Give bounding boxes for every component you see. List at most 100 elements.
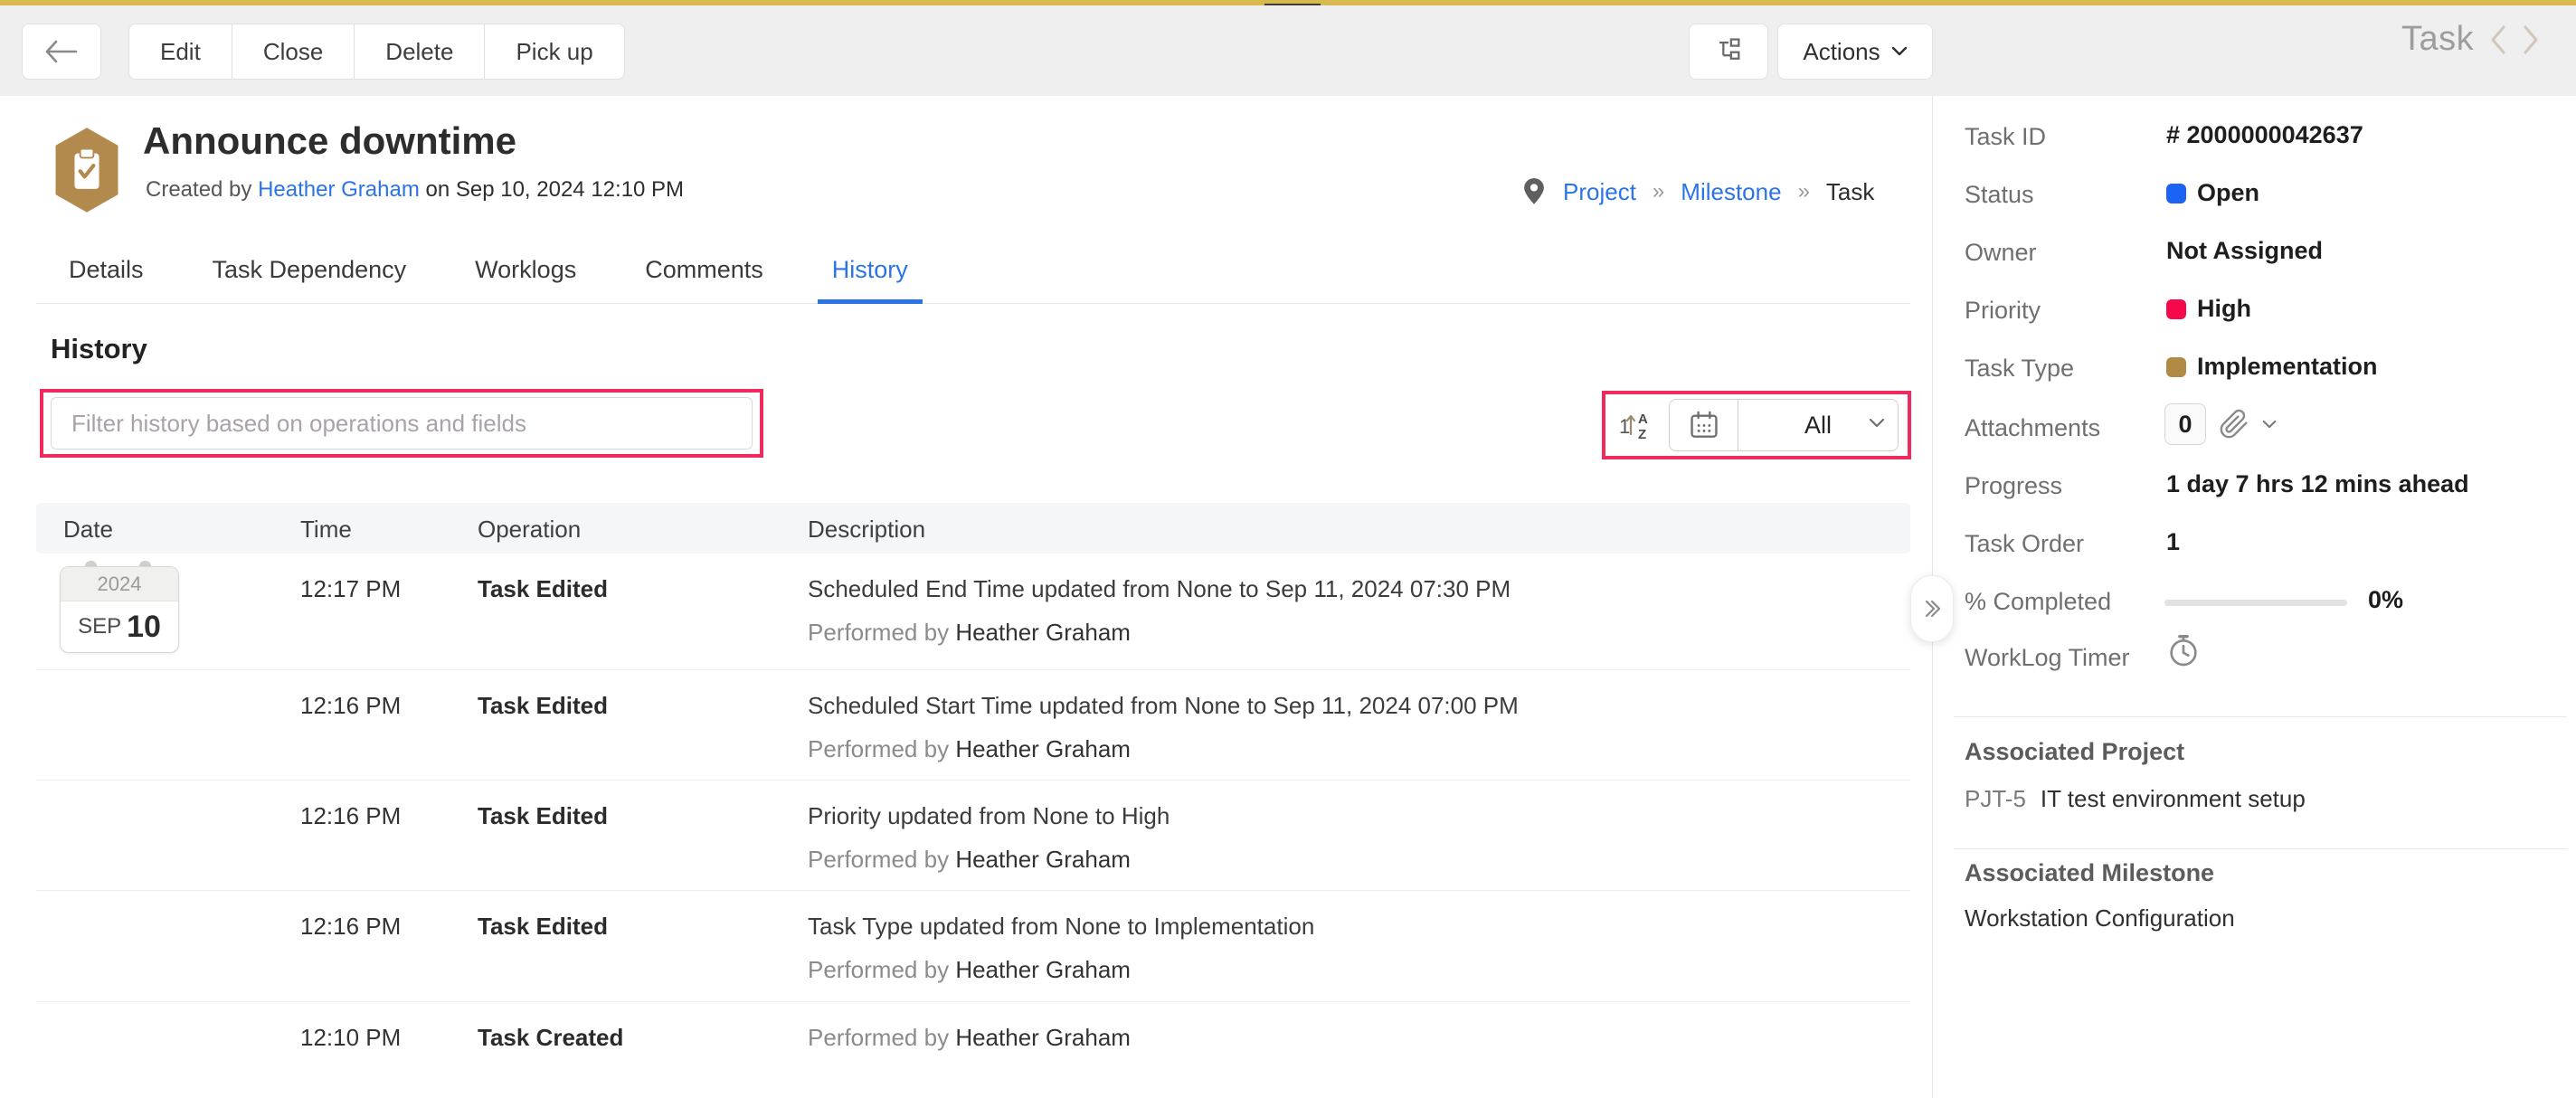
calendar-icon	[1687, 408, 1721, 442]
history-filter-input[interactable]	[51, 397, 753, 450]
field-label-task-id: Task ID	[1965, 123, 2046, 151]
field-label-progress: Progress	[1965, 472, 2062, 500]
row-time: 12:16 PM	[300, 913, 401, 941]
section-divider	[1954, 848, 2567, 849]
table-row: 12:10 PM Task Created Performed by Heath…	[36, 1002, 1910, 1098]
tab-comments[interactable]: Comments	[630, 237, 778, 303]
chevron-down-icon[interactable]	[2262, 420, 2277, 430]
attachments-count[interactable]: 0	[2164, 403, 2206, 445]
close-button[interactable]: Close	[232, 24, 355, 80]
table-row: 12:16 PM Task Edited Task Type updated f…	[36, 891, 1910, 1002]
operation-filter-dropdown[interactable]: All	[1738, 400, 1898, 450]
associated-milestone-heading: Associated Milestone	[1965, 859, 2214, 887]
back-button[interactable]	[22, 24, 101, 80]
row-time: 12:16 PM	[300, 692, 401, 720]
associated-project-value[interactable]: PJT-5IT test environment setup	[1965, 785, 2306, 813]
delete-button[interactable]: Delete	[354, 24, 485, 80]
date-badge-day: 10	[127, 610, 161, 645]
row-time: 12:16 PM	[300, 802, 401, 830]
hierarchy-icon	[1713, 36, 1744, 67]
row-operation: Task Edited	[478, 692, 608, 720]
tab-details[interactable]: Details	[54, 237, 158, 303]
associated-milestone-value[interactable]: Workstation Configuration	[1965, 904, 2235, 932]
row-operation: Task Edited	[478, 802, 608, 830]
double-chevron-right-icon	[1920, 597, 1944, 620]
field-label-worklog-timer: WorkLog Timer	[1965, 644, 2130, 672]
chevron-right-icon[interactable]	[2521, 24, 2541, 56]
section-divider	[1954, 716, 2567, 717]
panel-collapse-button[interactable]	[1910, 575, 1954, 642]
field-value-priority[interactable]: High	[2166, 295, 2251, 323]
sort-button[interactable]: 1 A Z	[1615, 403, 1656, 447]
created-prefix: Created by	[146, 177, 251, 202]
row-time: 12:10 PM	[300, 1024, 401, 1052]
field-label-priority: Priority	[1965, 297, 2041, 325]
row-performed-by: Performed by Heather Graham	[808, 735, 1131, 763]
created-suffix: on Sep 10, 2024 12:10 PM	[426, 177, 685, 202]
row-performed-by: Performed by Heather Graham	[808, 1024, 1131, 1052]
edit-button[interactable]: Edit	[128, 24, 232, 80]
date-badge-month: SEP	[78, 614, 121, 639]
field-value-task-id: # 2000000042637	[2166, 121, 2363, 149]
tab-bar: Details Task Dependency Worklogs Comment…	[36, 237, 1910, 304]
table-row: 12:16 PM Task Edited Priority updated fr…	[36, 781, 1910, 891]
page-title: Task	[2401, 20, 2474, 59]
column-header-time: Time	[300, 516, 352, 544]
chevron-left-icon[interactable]	[2488, 24, 2508, 56]
actions-button[interactable]: Actions	[1777, 24, 1933, 80]
field-value-owner[interactable]: Not Assigned	[2166, 237, 2323, 265]
paperclip-icon[interactable]	[2219, 409, 2249, 440]
field-value-task-order: 1	[2166, 528, 2180, 556]
task-action-buttons: Edit Close Delete Pick up	[128, 24, 625, 80]
svg-text:A: A	[1638, 412, 1648, 427]
svg-text:Z: Z	[1638, 427, 1646, 442]
breadcrumb-current: Task	[1826, 178, 1874, 206]
row-performed-by: Performed by Heather Graham	[808, 956, 1131, 984]
field-label-attachments: Attachments	[1965, 414, 2100, 442]
task-title: Announce downtime	[143, 119, 516, 163]
tab-task-dependency[interactable]: Task Dependency	[198, 237, 421, 303]
row-description: Scheduled Start Time updated from None t…	[808, 692, 1519, 720]
row-operation: Task Edited	[478, 913, 608, 941]
tab-history[interactable]: History	[818, 237, 923, 303]
date-group-badge: 2024 SEP 10	[60, 566, 179, 653]
task-type-hexagon-icon	[51, 127, 123, 213]
row-operation: Task Edited	[478, 575, 608, 603]
calendar-filter-button[interactable]	[1670, 400, 1738, 450]
toolbar: Edit Close Delete Pick up Actions Task	[0, 5, 2576, 96]
chevron-down-icon	[1891, 46, 1908, 57]
stopwatch-icon	[2165, 631, 2202, 671]
breadcrumb-project-link[interactable]: Project	[1563, 178, 1636, 206]
close-button-label: Close	[263, 38, 323, 66]
breadcrumb-milestone-link[interactable]: Milestone	[1681, 178, 1781, 206]
filter-highlight-box	[40, 389, 763, 458]
task-hierarchy-button[interactable]	[1689, 24, 1768, 80]
field-label-task-type: Task Type	[1965, 355, 2074, 383]
field-label-owner: Owner	[1965, 239, 2037, 267]
field-label-task-order: Task Order	[1965, 530, 2084, 558]
operation-filter-value: All	[1804, 412, 1832, 440]
pickup-button[interactable]: Pick up	[484, 24, 624, 80]
priority-color-swatch	[2166, 299, 2186, 319]
created-by-link[interactable]: Heather Graham	[258, 177, 420, 202]
page-title-area: Task	[2401, 20, 2541, 59]
attachments-control: 0	[2164, 403, 2277, 445]
row-time: 12:17 PM	[300, 575, 401, 603]
table-row: 12:16 PM Task Edited Scheduled Start Tim…	[36, 670, 1910, 781]
task-created-line: Created by Heather Graham on Sep 10, 202…	[146, 177, 684, 203]
field-value-task-type[interactable]: Implementation	[2166, 353, 2378, 381]
row-performed-by: Performed by Heather Graham	[808, 846, 1131, 874]
percent-completed-value: 0%	[2368, 586, 2403, 614]
table-row: 2024 SEP 10 12:17 PM Task Edited Schedul…	[36, 554, 1910, 670]
worklog-timer-button[interactable]	[2165, 631, 2202, 676]
row-performed-by: Performed by Heather Graham	[808, 619, 1131, 647]
chevron-down-icon	[1869, 418, 1885, 429]
field-value-status[interactable]: Open	[2166, 179, 2259, 207]
row-description: Priority updated from None to High	[808, 802, 1170, 830]
column-header-date: Date	[63, 516, 113, 544]
history-range-control: All	[1669, 399, 1899, 451]
status-color-swatch	[2166, 184, 2186, 204]
location-pin-icon	[1521, 177, 1547, 206]
tab-worklogs[interactable]: Worklogs	[460, 237, 591, 303]
delete-button-label: Delete	[385, 38, 453, 66]
